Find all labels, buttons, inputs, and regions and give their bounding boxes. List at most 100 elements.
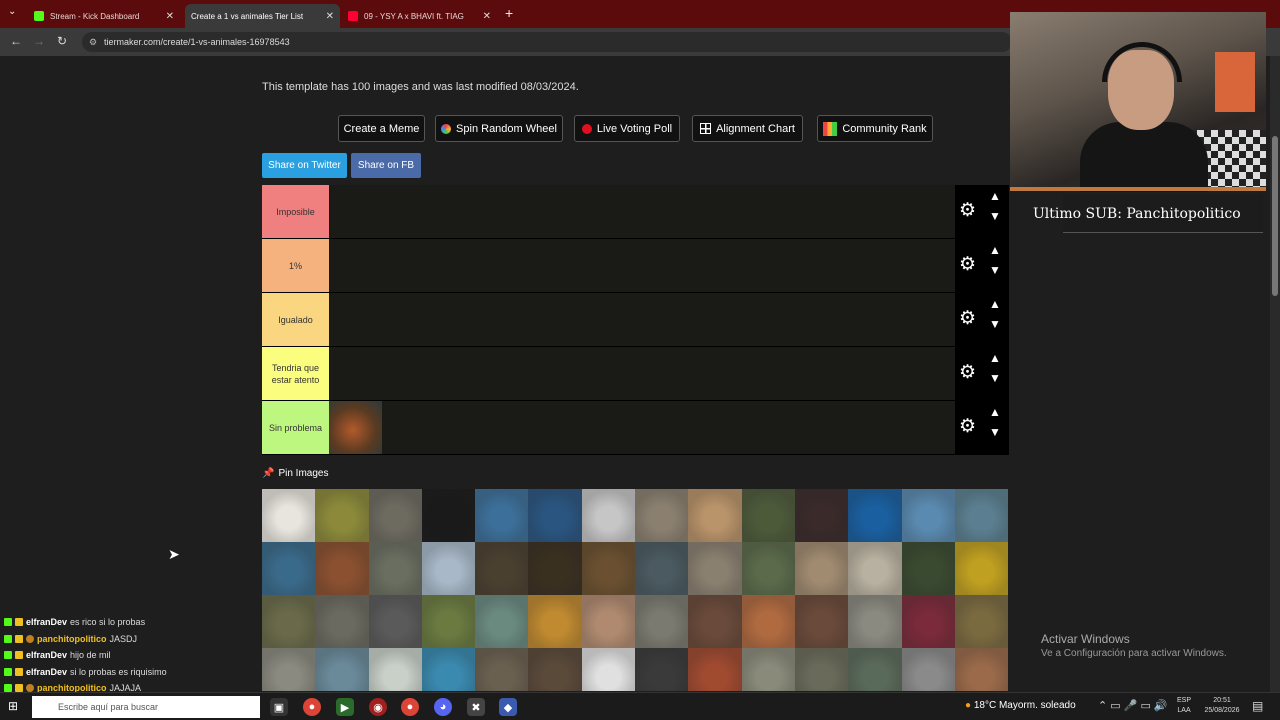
animal-image-tile[interactable] (848, 648, 902, 691)
animal-image-tile[interactable] (794, 542, 849, 595)
chevron-up-icon[interactable]: ▲ (989, 297, 1001, 311)
animal-image-tile[interactable] (954, 542, 1009, 595)
back-icon[interactable]: ← (10, 34, 22, 48)
animal-image-tile[interactable] (688, 648, 742, 691)
task-view-icon[interactable]: ▣ (270, 698, 288, 716)
language-indicator[interactable]: ESP LAA (1177, 696, 1191, 716)
tab-list-chevron-icon[interactable]: ⌄ (8, 6, 16, 17)
gear-icon[interactable]: ⚙ (959, 309, 976, 328)
system-tray-icons[interactable]: ⌃ ▭ 🎤 ▭ 🔊 (1098, 699, 1168, 712)
scrollbar-thumb[interactable] (1272, 136, 1278, 296)
animal-image-tile[interactable] (741, 595, 795, 648)
animal-image-tile[interactable] (635, 542, 689, 595)
animal-image-tile[interactable] (528, 595, 582, 648)
alignment-chart-button[interactable]: Alignment Chart (692, 115, 803, 142)
animal-image-tile[interactable] (368, 648, 422, 691)
chevron-down-icon[interactable]: ▼ (989, 425, 1001, 439)
chevron-down-icon[interactable]: ▼ (989, 317, 1001, 331)
share-twitter-button[interactable]: Share on Twitter (262, 153, 347, 178)
chevron-down-icon[interactable]: ▼ (989, 263, 1001, 277)
tier-label[interactable]: Igualado (262, 293, 329, 346)
close-tab-icon[interactable]: ✕ (326, 11, 334, 22)
animal-image-tile[interactable] (635, 648, 689, 691)
animal-image-tile[interactable] (315, 489, 369, 542)
tab-kick-dashboard[interactable]: Stream - Kick Dashboard ✕ (28, 4, 180, 28)
animal-image-tile[interactable] (901, 489, 955, 542)
animal-image-tile[interactable] (688, 595, 742, 648)
chevron-down-icon[interactable]: ▼ (989, 371, 1001, 385)
animal-image-tile[interactable] (954, 595, 1009, 648)
reload-icon[interactable]: ↻ (57, 34, 67, 48)
animal-image-tile[interactable] (688, 489, 742, 542)
animal-image-tile[interactable] (368, 542, 422, 595)
animal-image-tile[interactable] (315, 648, 369, 691)
animal-image-tile[interactable] (901, 542, 955, 595)
animal-image-tile[interactable] (901, 648, 955, 691)
animal-image-tile[interactable] (794, 648, 849, 691)
taskbar-search-input[interactable]: Escribe aquí para buscar (32, 696, 260, 718)
animal-image-tile[interactable] (528, 542, 582, 595)
animal-image-tile[interactable] (262, 489, 316, 542)
live-poll-button[interactable]: Live Voting Poll (574, 115, 680, 142)
close-tab-icon[interactable]: ✕ (166, 11, 174, 22)
chevron-up-icon[interactable]: ▲ (989, 351, 1001, 365)
create-meme-button[interactable]: Create a Meme (338, 115, 425, 142)
animal-image-tile[interactable] (741, 542, 795, 595)
animal-image-tile[interactable] (315, 542, 369, 595)
animal-image-tile[interactable] (581, 489, 636, 542)
close-tab-icon[interactable]: ✕ (483, 11, 491, 22)
gear-icon[interactable]: ⚙ (959, 255, 976, 274)
animal-image-tile[interactable] (475, 489, 529, 542)
spin-wheel-button[interactable]: Spin Random Wheel (435, 115, 563, 142)
animal-image-tile[interactable] (262, 648, 316, 691)
address-bar[interactable]: ⚙ tiermaker.com/create/1-vs-animales-169… (82, 32, 1012, 52)
animal-image-tile[interactable] (475, 648, 529, 691)
animal-image-tile[interactable] (581, 542, 636, 595)
chevron-down-icon[interactable]: ▼ (989, 209, 1001, 223)
tier-item-octopus-image[interactable] (329, 401, 382, 454)
new-tab-icon[interactable]: + (505, 5, 513, 21)
animal-image-tile[interactable] (901, 595, 955, 648)
animal-image-tile[interactable] (688, 542, 742, 595)
animal-image-tile[interactable] (421, 648, 476, 691)
share-fb-button[interactable]: Share on FB (351, 153, 421, 178)
clock[interactable]: 20:51 25/08/2026 (1200, 696, 1244, 716)
tab-tiermaker[interactable]: Create a 1 vs animales Tier List ✕ (185, 4, 340, 28)
animal-image-tile[interactable] (528, 648, 582, 691)
tier-label[interactable]: Sin problema (262, 401, 329, 454)
capcut-icon[interactable]: ✖ (467, 698, 485, 716)
tier-label[interactable]: Imposible (262, 185, 329, 238)
chevron-up-icon[interactable]: ▲ (989, 243, 1001, 257)
animal-image-tile[interactable] (741, 648, 795, 691)
animal-image-tile[interactable] (635, 595, 689, 648)
animal-image-tile[interactable] (528, 489, 582, 542)
animal-image-tile[interactable] (635, 489, 689, 542)
animal-image-tile[interactable] (475, 595, 529, 648)
animal-image-tile[interactable] (475, 542, 529, 595)
tab-youtube-music[interactable]: 09 - YSY A x BHAVI ft. TIAG ✕ (342, 4, 497, 28)
gear-icon[interactable]: ⚙ (959, 363, 976, 382)
tier-label[interactable]: 1% (262, 239, 329, 292)
forward-icon[interactable]: → (33, 34, 45, 48)
chevron-up-icon[interactable]: ▲ (989, 405, 1001, 419)
chrome-icon[interactable]: ● (303, 698, 321, 716)
animal-image-tile[interactable] (794, 489, 849, 542)
weather-widget[interactable]: ● 18°C Mayorm. soleado (965, 700, 1076, 711)
site-info-icon[interactable]: ⚙ (89, 32, 97, 52)
animal-image-tile[interactable] (848, 542, 902, 595)
gear-icon[interactable]: ⚙ (959, 417, 976, 436)
app-icon[interactable]: ◆ (499, 698, 517, 716)
windows-start-icon[interactable]: ⊞ (8, 699, 18, 713)
discord-icon[interactable]: ◕ (434, 698, 452, 716)
animal-image-tile[interactable] (581, 648, 636, 691)
animal-image-tile[interactable] (848, 595, 902, 648)
tier-label[interactable]: Tendria que estar atento (262, 347, 329, 400)
animal-image-tile[interactable] (262, 595, 316, 648)
gear-icon[interactable]: ⚙ (959, 201, 976, 220)
animal-image-tile[interactable] (368, 489, 422, 542)
animal-image-tile[interactable] (794, 595, 849, 648)
chevron-up-icon[interactable]: ▲ (989, 189, 1001, 203)
notifications-icon[interactable]: ▤ (1252, 699, 1263, 713)
community-rank-button[interactable]: Community Rank (817, 115, 933, 142)
animal-image-tile[interactable] (421, 595, 476, 648)
